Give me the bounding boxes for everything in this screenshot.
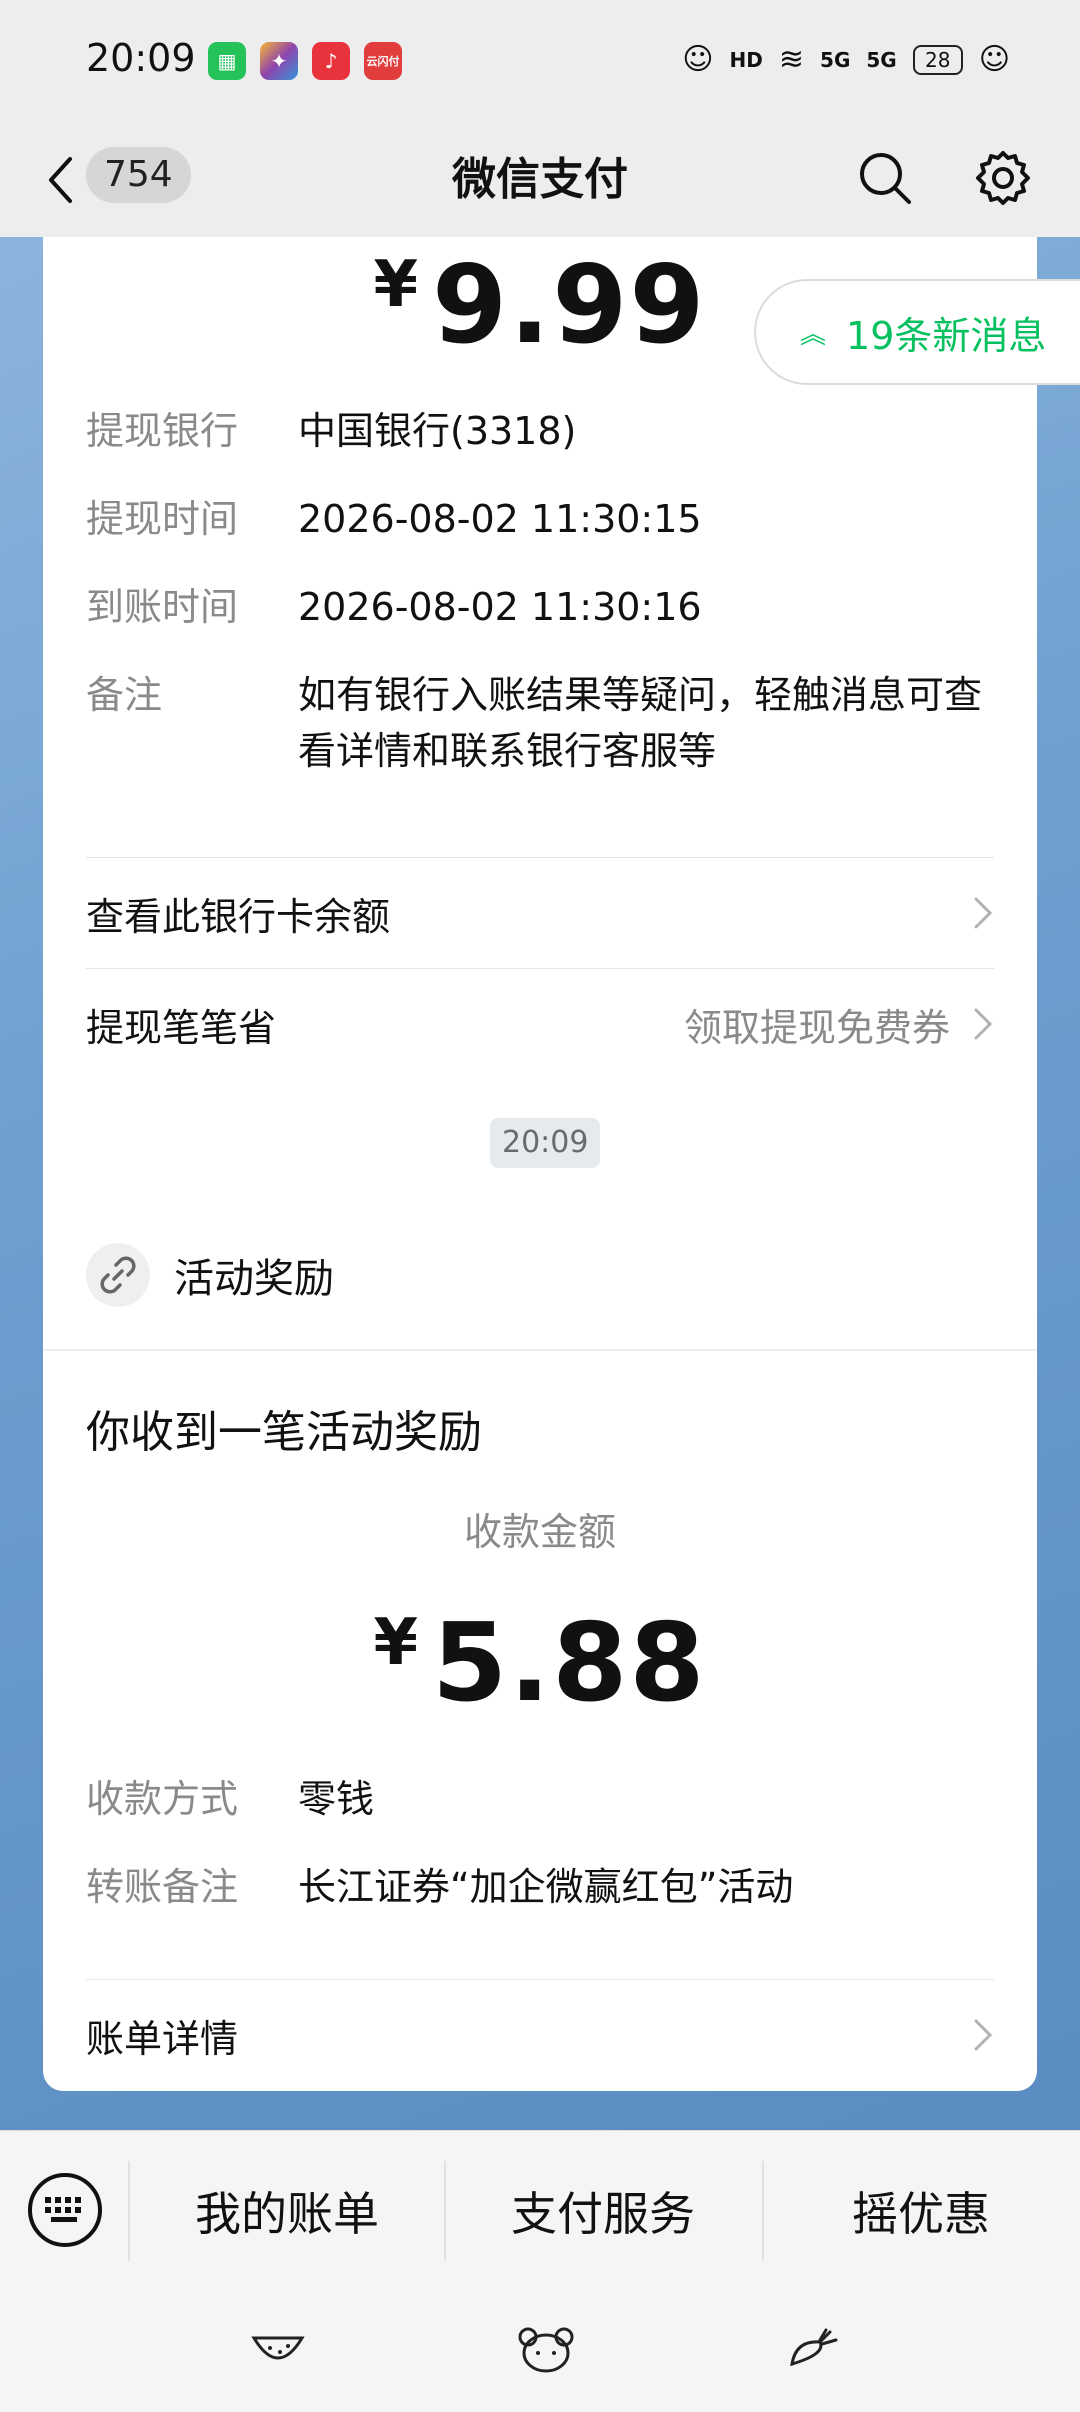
- reward-amount: ¥5.88: [43, 1601, 1037, 1726]
- bottom-menu: 我的账单 支付服务 摇优惠: [0, 2130, 1080, 2290]
- bill-details-link[interactable]: 账单详情: [86, 1980, 994, 2090]
- coupon-hint: 领取提现免费券: [683, 1005, 950, 1050]
- chevron-right-icon: [972, 2017, 994, 2053]
- sticker-icon-2: ☺: [978, 42, 1010, 77]
- detail-value: 2026-08-02 11:30:15: [298, 497, 702, 541]
- detail-key: 备注: [86, 673, 163, 717]
- link-label: 查看此银行卡余额: [86, 894, 391, 939]
- app-notification-icon: ▦: [208, 42, 246, 80]
- card-header-title: 活动奖励: [174, 1256, 334, 1302]
- detail-value: 中国银行(3318): [298, 409, 577, 453]
- link-icon: [86, 1243, 150, 1307]
- new-messages-label: 19条新消息: [846, 313, 1047, 358]
- chevron-right-icon: [972, 1006, 994, 1042]
- nav-bar: 754 微信支付: [0, 125, 1080, 237]
- reward-amount-value: 5.88: [432, 1601, 707, 1726]
- unionpay-app-icon: 云闪付: [364, 42, 402, 80]
- menu-shake-offers[interactable]: 摇优惠: [764, 2161, 1078, 2261]
- watermelon-icon[interactable]: [248, 2320, 308, 2380]
- menu-payment-services[interactable]: 支付服务: [446, 2161, 760, 2261]
- withdraw-amount-value: 9.99: [432, 243, 707, 368]
- detail-value: 如有银行入账结果等疑问，轻触消息可查看详情和联系银行客服等: [298, 673, 983, 773]
- new-messages-button[interactable]: ︽ 19条新消息: [754, 279, 1080, 385]
- view-card-balance-link[interactable]: 查看此银行卡余额: [86, 858, 994, 968]
- amount-label: 收款金额: [463, 1510, 616, 1554]
- detail-key: 提现银行: [86, 409, 239, 453]
- detail-value: 长江证券“加企微赢红包”活动: [298, 1865, 794, 1909]
- sticker-icon: ☺: [682, 42, 714, 77]
- currency-symbol: ¥: [373, 248, 421, 322]
- notification-icons: ▦ ✦ ♪ 云闪付: [208, 42, 402, 80]
- message-timestamp: 20:09: [490, 1118, 601, 1168]
- bear-icon[interactable]: [516, 2320, 576, 2380]
- detail-key: 转账备注: [86, 1865, 239, 1909]
- double-chevron-up-icon: ︽: [800, 319, 827, 350]
- battery-icon: 28: [912, 45, 963, 75]
- detail-key: 提现时间: [86, 497, 239, 541]
- gesture-nav-bar: [0, 2290, 1080, 2412]
- carrot-icon[interactable]: [784, 2320, 844, 2380]
- status-time: 20:09: [86, 36, 196, 80]
- menu-my-bills[interactable]: 我的账单: [130, 2161, 444, 2261]
- gear-icon[interactable]: [968, 143, 1038, 213]
- search-icon[interactable]: [850, 143, 920, 213]
- detail-value: 2026-08-02 11:30:16: [298, 585, 702, 629]
- currency-symbol: ¥: [373, 1606, 421, 1680]
- detail-row: 提现时间 2026-08-02 11:30:15: [86, 491, 994, 547]
- keyboard-icon[interactable]: [28, 2173, 102, 2247]
- detail-value: 零钱: [298, 1777, 375, 1821]
- status-right: ☺ HD ≋ 5G 5G 28 ☺: [682, 40, 1010, 80]
- detail-row: 到账时间 2026-08-02 11:30:16: [86, 579, 994, 635]
- withdraw-savings-link[interactable]: 提现笔笔省 领取提现免费券: [86, 969, 994, 1079]
- detail-row: 收款方式 零钱: [86, 1771, 994, 1827]
- card-header: 活动奖励: [43, 1201, 1037, 1351]
- hd-icon: HD: [729, 48, 763, 72]
- detail-row: 提现银行 中国银行(3318): [86, 403, 994, 459]
- music-app-icon: ♪: [312, 42, 350, 80]
- detail-key: 收款方式: [86, 1777, 239, 1821]
- chevron-right-icon: [972, 895, 994, 931]
- detail-row: 转账备注 长江证券“加企微赢红包”活动: [86, 1859, 994, 1915]
- status-bar: 20:09 ▦ ✦ ♪ 云闪付 ☺ HD ≋ 5G 5G 28 ☺: [0, 0, 1080, 125]
- detail-row: 备注 如有银行入账结果等疑问，轻触消息可查看详情和联系银行客服等: [86, 667, 994, 779]
- reward-title: 你收到一笔活动奖励: [86, 1407, 482, 1458]
- network-icon: 5G: [820, 48, 851, 72]
- link-label: 提现笔笔省: [86, 1005, 277, 1050]
- network-icon-2: 5G: [866, 48, 897, 72]
- star-app-icon: ✦: [260, 42, 298, 80]
- wifi-icon: ≋: [778, 42, 805, 77]
- detail-key: 到账时间: [86, 585, 239, 629]
- chat-area[interactable]: ¥9.99 提现银行 中国银行(3318) 提现时间 2026-08-02 11…: [0, 237, 1080, 2130]
- reward-message-card[interactable]: 活动奖励 你收到一笔活动奖励 收款金额 ¥5.88 收款方式 零钱 转账备注 长…: [43, 1201, 1037, 2091]
- link-label: 账单详情: [86, 2016, 239, 2061]
